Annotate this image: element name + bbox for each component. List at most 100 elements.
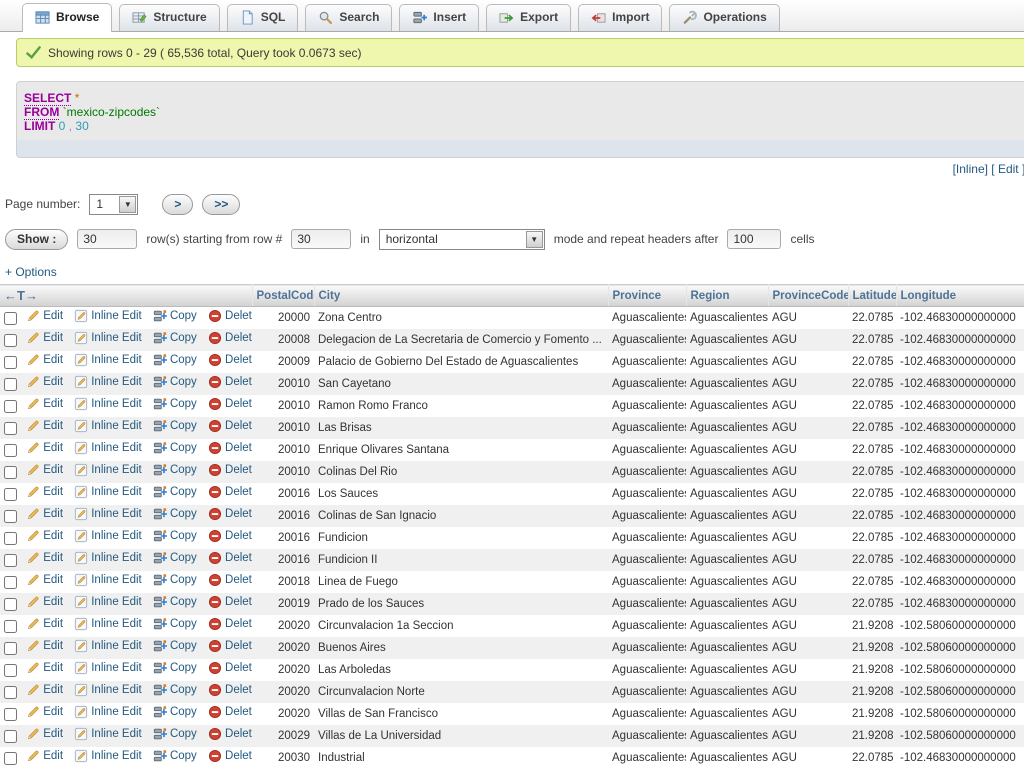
inline-edit-link[interactable]: Inline Edit [74, 617, 142, 631]
inline-edit-link[interactable]: Inline Edit [74, 639, 142, 653]
row-checkbox[interactable] [4, 752, 17, 765]
copy-row-link[interactable]: Copy [153, 331, 197, 345]
delete-row-link[interactable]: Delete [208, 551, 252, 565]
copy-row-link[interactable]: Copy [153, 573, 197, 587]
inline-edit-link[interactable]: Inline Edit [74, 507, 142, 521]
delete-row-link[interactable]: Delete [208, 639, 252, 653]
delete-row-link[interactable]: Delete [208, 749, 252, 763]
tab-import[interactable]: Import [578, 4, 662, 31]
inline-edit-link[interactable]: Inline Edit [74, 749, 142, 763]
inline-edit-link[interactable]: Inline Edit [74, 683, 142, 697]
edit-link[interactable]: Edit [26, 683, 63, 697]
row-count-input[interactable] [77, 229, 137, 249]
row-checkbox[interactable] [4, 466, 17, 479]
inline-edit-link[interactable]: Inline Edit [74, 595, 142, 609]
page-number-select[interactable]: 1 ▼ [89, 194, 138, 215]
delete-row-link[interactable]: Delete [208, 353, 252, 367]
edit-link[interactable]: Edit [26, 617, 63, 631]
next-page-button[interactable]: > [162, 194, 193, 215]
inline-edit-link[interactable]: Inline Edit [74, 529, 142, 543]
edit-link[interactable]: Edit [26, 551, 63, 565]
inline-edit-link[interactable]: Inline Edit [74, 375, 142, 389]
start-row-input[interactable] [291, 229, 351, 249]
inline-edit-link[interactable]: Inline Edit [74, 353, 142, 367]
row-checkbox[interactable] [4, 730, 17, 743]
column-header-region[interactable]: Region [686, 285, 768, 307]
edit-link[interactable]: Edit [26, 331, 63, 345]
row-checkbox[interactable] [4, 642, 17, 655]
delete-row-link[interactable]: Delete [208, 331, 252, 345]
copy-row-link[interactable]: Copy [153, 705, 197, 719]
row-checkbox[interactable] [4, 554, 17, 567]
delete-row-link[interactable]: Delete [208, 529, 252, 543]
edit-link[interactable]: Edit [26, 353, 63, 367]
copy-row-link[interactable]: Copy [153, 485, 197, 499]
edit-link[interactable]: Edit [26, 463, 63, 477]
row-checkbox[interactable] [4, 422, 17, 435]
column-header-city[interactable]: City [314, 285, 608, 307]
inline-edit-link[interactable]: Inline Edit [74, 485, 142, 499]
delete-row-link[interactable]: Delete [208, 375, 252, 389]
inline-edit-link[interactable]: Inline Edit [74, 573, 142, 587]
copy-row-link[interactable]: Copy [153, 617, 197, 631]
column-header-longitude[interactable]: Longitude [896, 285, 1024, 307]
row-checkbox[interactable] [4, 378, 17, 391]
edit-link[interactable]: Edit [26, 507, 63, 521]
edit-link[interactable]: Edit [26, 529, 63, 543]
copy-row-link[interactable]: Copy [153, 507, 197, 521]
inline-edit-link[interactable]: Inline Edit [74, 551, 142, 565]
delete-row-link[interactable]: Delete [208, 727, 252, 741]
edit-link[interactable]: Edit [26, 397, 63, 411]
inline-edit-link[interactable]: Inline Edit [74, 309, 142, 323]
edit-link[interactable]: Edit [26, 485, 63, 499]
row-checkbox[interactable] [4, 312, 17, 325]
inline-edit-link[interactable]: Inline Edit [74, 727, 142, 741]
edit-link[interactable]: Edit [26, 309, 63, 323]
copy-row-link[interactable]: Copy [153, 661, 197, 675]
delete-row-link[interactable]: Delete [208, 441, 252, 455]
delete-row-link[interactable]: Delete [208, 705, 252, 719]
repeat-headers-input[interactable] [727, 229, 781, 249]
inline-edit-link[interactable]: Inline Edit [74, 397, 142, 411]
copy-row-link[interactable]: Copy [153, 419, 197, 433]
column-header-postalcode[interactable]: PostalCode [252, 285, 314, 307]
tab-operations[interactable]: Operations [669, 4, 779, 31]
delete-row-link[interactable]: Delete [208, 419, 252, 433]
copy-row-link[interactable]: Copy [153, 529, 197, 543]
edit-link[interactable]: Edit [26, 661, 63, 675]
delete-row-link[interactable]: Delete [208, 683, 252, 697]
row-checkbox[interactable] [4, 620, 17, 633]
edit-link[interactable]: Edit [26, 573, 63, 587]
row-checkbox[interactable] [4, 532, 17, 545]
tab-structure[interactable]: Structure [119, 4, 219, 31]
delete-row-link[interactable]: Delete [208, 661, 252, 675]
edit-link[interactable]: Edit [26, 749, 63, 763]
copy-row-link[interactable]: Copy [153, 749, 197, 763]
inline-edit-link[interactable]: Inline Edit [74, 661, 142, 675]
row-checkbox[interactable] [4, 510, 17, 523]
show-button[interactable]: Show : [5, 229, 68, 250]
delete-row-link[interactable]: Delete [208, 573, 252, 587]
column-move-arrows[interactable]: ←T→ [0, 285, 252, 307]
inline-edit-link[interactable]: Inline Edit [74, 463, 142, 477]
edit-query-link[interactable]: [ Edit ] [991, 162, 1024, 176]
copy-row-link[interactable]: Copy [153, 595, 197, 609]
column-header-provincecode[interactable]: ProvinceCode [768, 285, 848, 307]
inline-edit-link[interactable]: Inline Edit [74, 441, 142, 455]
delete-row-link[interactable]: Delete [208, 507, 252, 521]
options-toggle-link[interactable]: + Options [5, 265, 57, 279]
inline-edit-link[interactable]: Inline Edit [74, 331, 142, 345]
row-checkbox[interactable] [4, 664, 17, 677]
delete-row-link[interactable]: Delete [208, 309, 252, 323]
copy-row-link[interactable]: Copy [153, 639, 197, 653]
row-checkbox[interactable] [4, 356, 17, 369]
row-checkbox[interactable] [4, 708, 17, 721]
delete-row-link[interactable]: Delete [208, 397, 252, 411]
delete-row-link[interactable]: Delete [208, 617, 252, 631]
delete-row-link[interactable]: Delete [208, 485, 252, 499]
inline-edit-query-link[interactable]: [Inline] [953, 162, 988, 176]
copy-row-link[interactable]: Copy [153, 463, 197, 477]
copy-row-link[interactable]: Copy [153, 375, 197, 389]
tab-search[interactable]: Search [305, 4, 392, 31]
edit-link[interactable]: Edit [26, 419, 63, 433]
